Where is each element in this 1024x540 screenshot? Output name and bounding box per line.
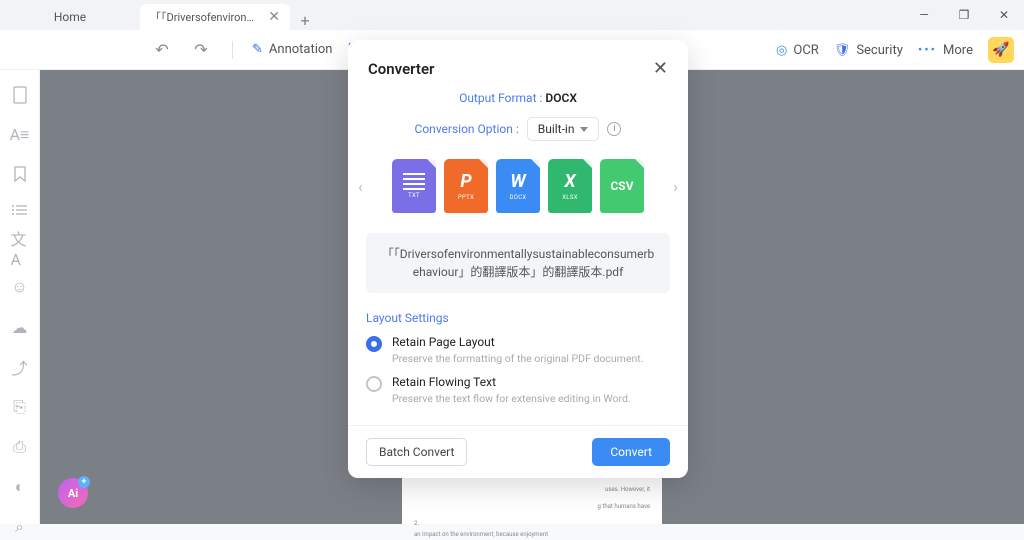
radio-retain-page-layout[interactable]: Retain Page Layout Preserve the formatti… bbox=[366, 335, 670, 365]
ocr-label: OCR bbox=[793, 43, 818, 58]
undo-icon[interactable]: ↶ bbox=[150, 38, 174, 62]
filename-box: 「「Driversofenvironmentallysustainablecon… bbox=[366, 233, 670, 293]
radio-unselected-icon bbox=[366, 376, 382, 392]
output-format-line: Output Format : DOCX bbox=[348, 91, 688, 105]
dialog-footer: Batch Convert Convert bbox=[348, 425, 688, 478]
batch-convert-button[interactable]: Batch Convert bbox=[366, 438, 467, 466]
bookmark-icon[interactable] bbox=[11, 166, 29, 182]
toolbar-separator bbox=[232, 41, 233, 59]
tab-active[interactable]: 「「Driversofenvironme... ✕ bbox=[140, 4, 290, 30]
window-controls: — ❐ ✕ bbox=[904, 0, 1024, 30]
format-txt[interactable]: TXT bbox=[392, 159, 436, 213]
cloud-icon[interactable]: ☁ bbox=[11, 318, 29, 336]
minimize-icon[interactable]: — bbox=[904, 0, 944, 30]
carousel-next-icon[interactable]: › bbox=[669, 177, 682, 196]
opt2-desc: Preserve the text flow for extensive edi… bbox=[392, 392, 631, 405]
toolbar-right: ◎ OCR 🛡 Security ••• More 🚀 bbox=[776, 37, 1014, 63]
shield-icon: 🛡 bbox=[834, 43, 851, 58]
emoji-icon[interactable]: ☺ bbox=[11, 278, 29, 296]
close-window-icon[interactable]: ✕ bbox=[984, 0, 1024, 30]
left-sidebar: A≡ 文A ☺ ☁ ⤴ ⎘ ⎙ ◐ ⌕ bbox=[0, 70, 40, 524]
export-icon[interactable]: ⎘ bbox=[11, 398, 29, 416]
format-pptx[interactable]: P PPTX bbox=[444, 159, 488, 213]
opt1-title: Retain Page Layout bbox=[392, 335, 643, 349]
redo-icon[interactable]: ↷ bbox=[189, 38, 213, 62]
format-csv[interactable]: CSV bbox=[600, 159, 644, 213]
format-xlsx[interactable]: X XLSX bbox=[548, 159, 592, 213]
dialog-close-icon[interactable]: ✕ bbox=[653, 58, 668, 79]
radio-retain-flowing-text[interactable]: Retain Flowing Text Preserve the text fl… bbox=[366, 375, 670, 405]
rocket-icon[interactable]: 🚀 bbox=[988, 37, 1014, 63]
tab-close-icon[interactable]: ✕ bbox=[268, 9, 280, 25]
annotation-button[interactable]: ✎ Annotation bbox=[252, 42, 333, 57]
more-label: More bbox=[943, 43, 973, 58]
tab-home[interactable]: Home bbox=[0, 4, 140, 30]
security-button[interactable]: 🛡 Security bbox=[834, 43, 903, 58]
dialog-title: Converter bbox=[368, 60, 434, 78]
share-icon[interactable]: ⤴ bbox=[11, 358, 29, 376]
conversion-option-label: Conversion Option : bbox=[415, 122, 519, 136]
output-format-value: DOCX bbox=[545, 91, 577, 105]
info-icon[interactable]: i bbox=[607, 122, 621, 136]
search-icon[interactable]: ⌕ bbox=[11, 518, 29, 536]
layout-settings-title: Layout Settings bbox=[366, 311, 670, 325]
more-dots-icon: ••• bbox=[918, 43, 937, 58]
carousel-prev-icon[interactable]: ‹ bbox=[354, 177, 367, 196]
converter-dialog: Converter ✕ Output Format : DOCX Convers… bbox=[348, 40, 688, 478]
maximize-icon[interactable]: ❐ bbox=[944, 0, 984, 30]
translate-icon[interactable]: 文A bbox=[11, 238, 29, 256]
opt2-title: Retain Flowing Text bbox=[392, 375, 631, 389]
text-style-icon[interactable]: A≡ bbox=[11, 126, 29, 144]
more-button[interactable]: ••• More bbox=[918, 43, 973, 58]
ocr-icon: ◎ bbox=[776, 43, 787, 58]
titlebar: Home 「「Driversofenvironme... ✕ + — ❐ ✕ bbox=[0, 0, 1024, 30]
conversion-option-row: Conversion Option : Built-in i bbox=[348, 117, 688, 141]
theme-icon[interactable]: ◐ bbox=[11, 478, 29, 496]
radio-selected-icon bbox=[366, 336, 382, 352]
txt-lines-icon bbox=[403, 173, 425, 190]
format-docx[interactable]: W DOCX bbox=[496, 159, 540, 213]
page-number: 2. bbox=[414, 519, 650, 530]
convert-button[interactable]: Convert bbox=[592, 438, 670, 466]
layout-settings: Layout Settings Retain Page Layout Prese… bbox=[348, 311, 688, 425]
annotation-label: Annotation bbox=[269, 42, 333, 57]
tab-active-label: 「「Driversofenvironme... bbox=[150, 9, 260, 25]
pen-icon: ✎ bbox=[252, 42, 263, 57]
security-label: Security bbox=[856, 43, 903, 58]
ai-assistant-button[interactable]: Ai bbox=[58, 478, 88, 508]
format-carousel: ‹ TXT P PPTX W DOCX X XLSX CSV › bbox=[348, 159, 688, 213]
list-icon[interactable] bbox=[11, 204, 29, 216]
new-tab-button[interactable]: + bbox=[290, 11, 320, 30]
conversion-option-select[interactable]: Built-in bbox=[527, 117, 600, 141]
opt1-desc: Preserve the formatting of the original … bbox=[392, 352, 643, 365]
print-icon[interactable]: ⎙ bbox=[11, 438, 29, 456]
ocr-button[interactable]: ◎ OCR bbox=[776, 43, 819, 58]
page-icon[interactable] bbox=[11, 86, 29, 104]
